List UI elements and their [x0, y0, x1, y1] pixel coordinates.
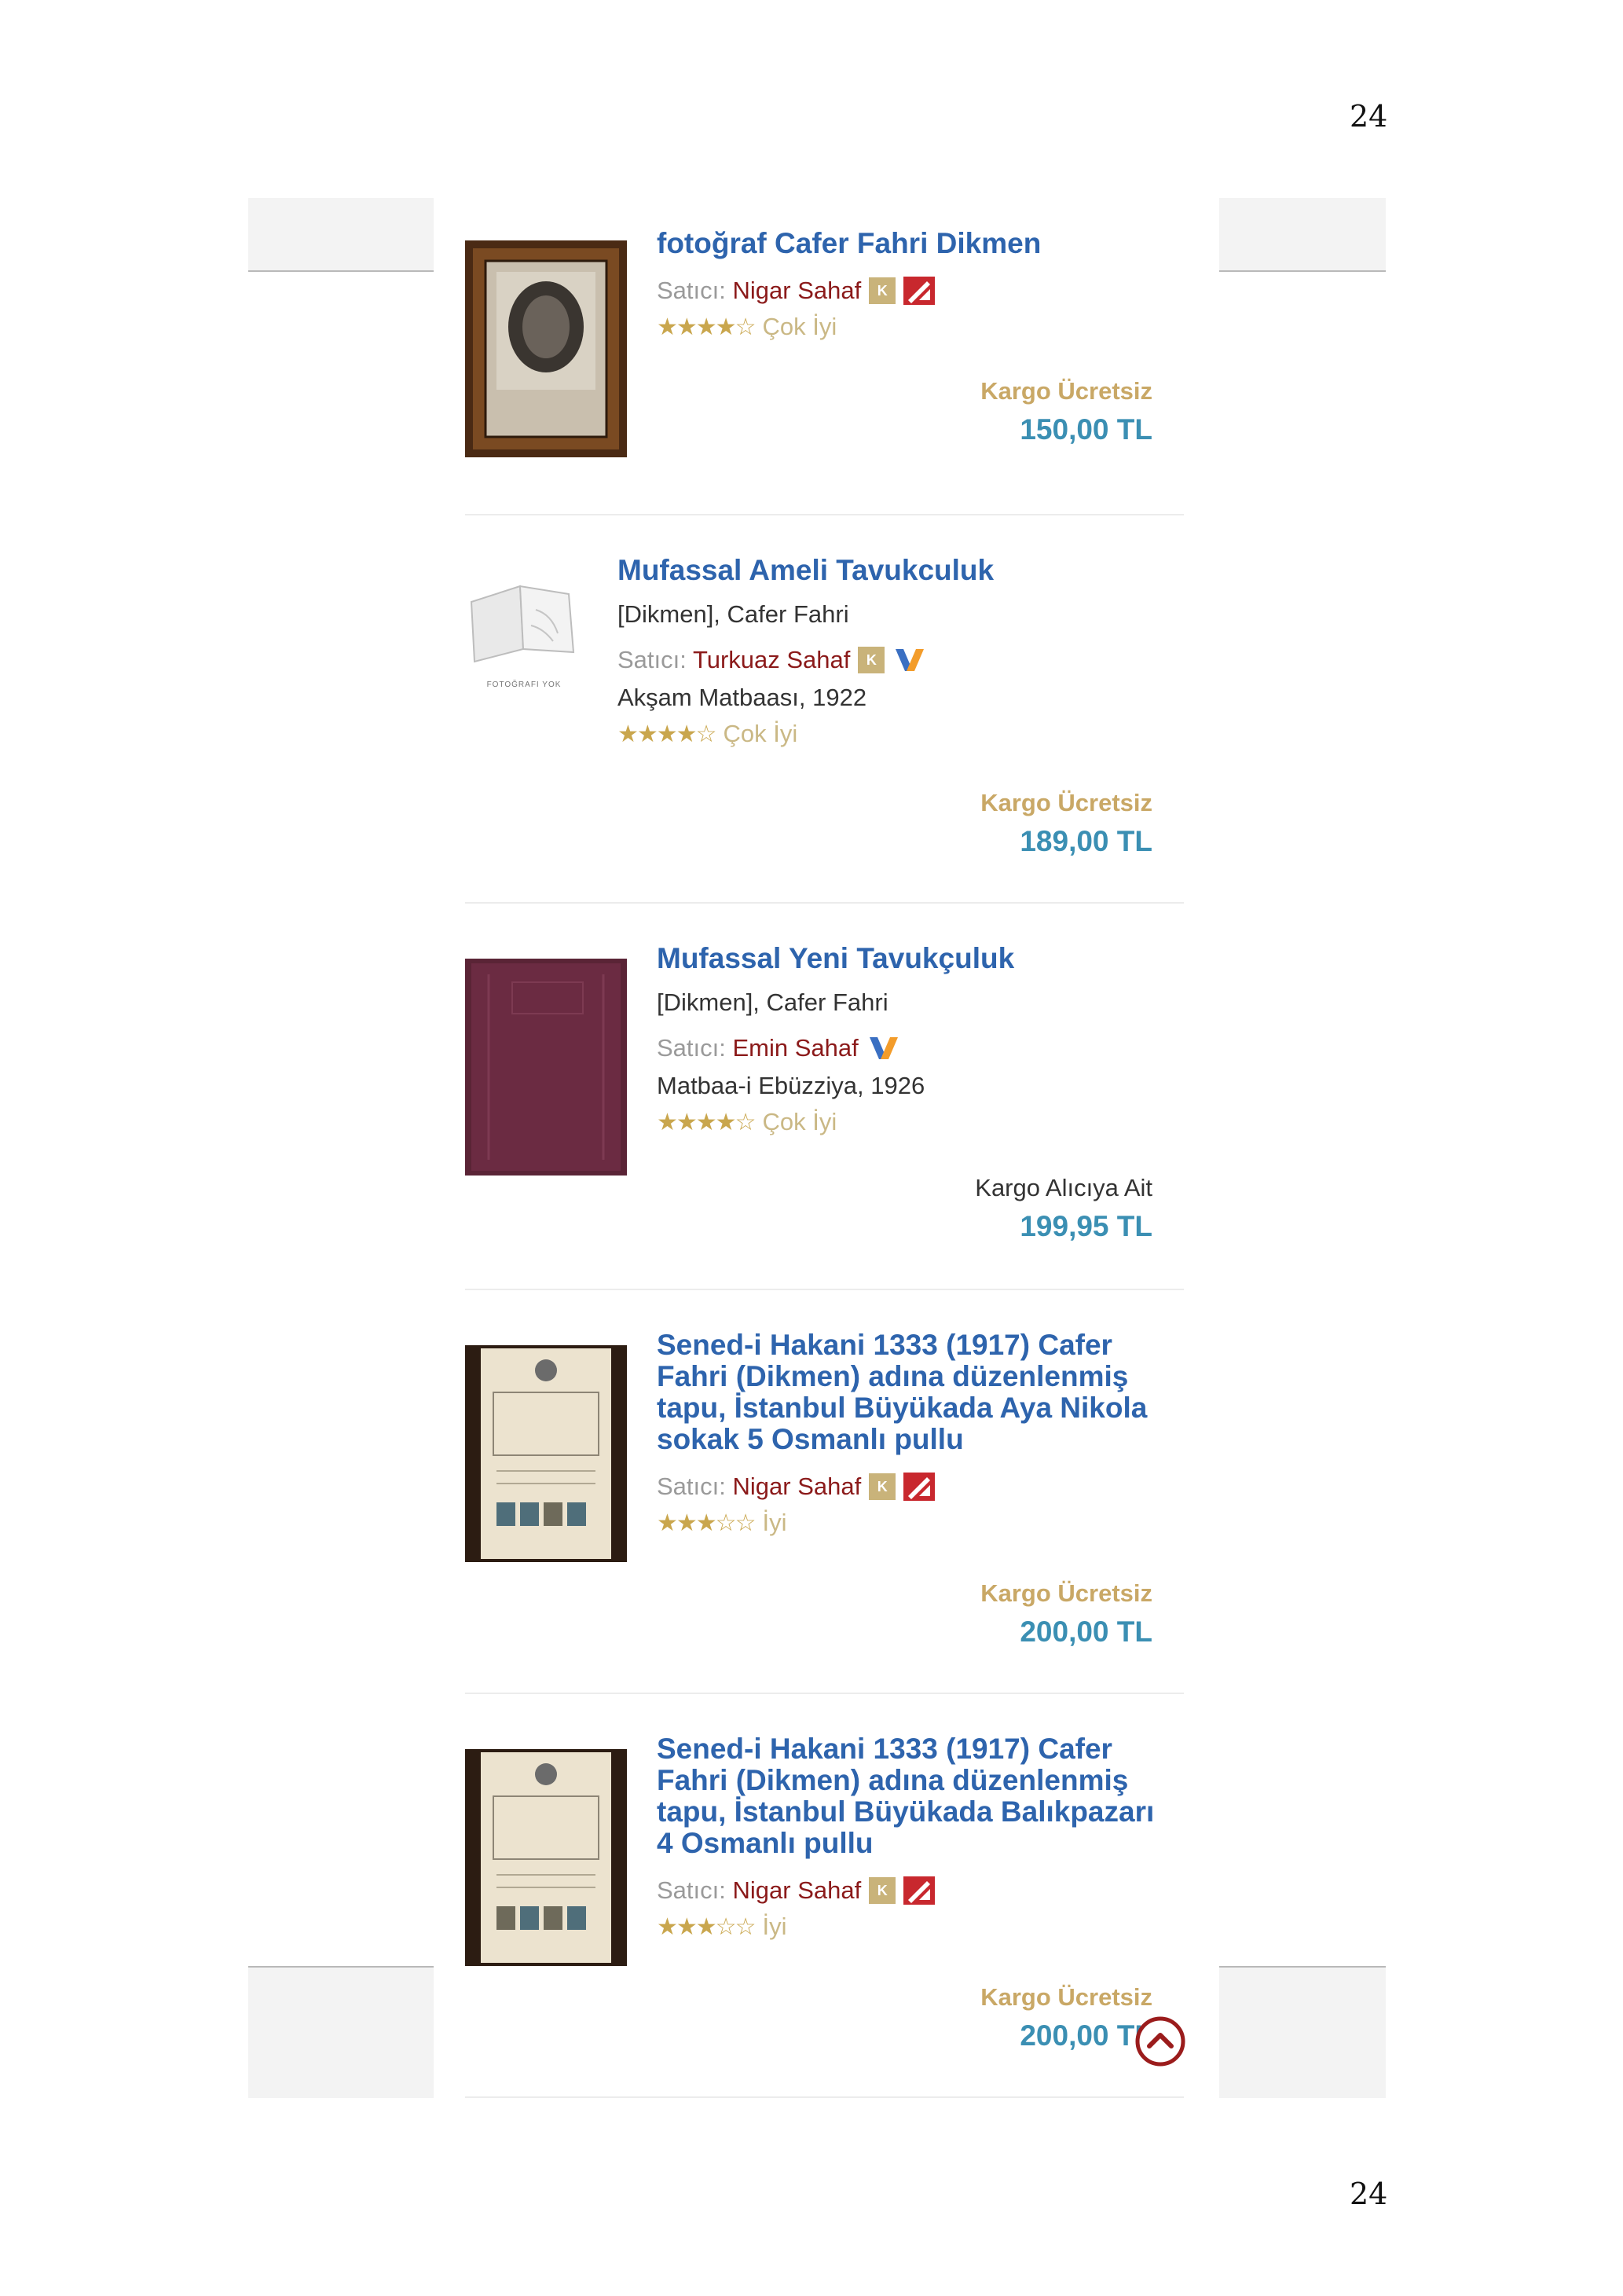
cargo-label: Kargo Ücretsiz — [980, 1579, 1152, 1607]
cargo-label: Kargo Alıcıya Ait — [975, 1174, 1152, 1201]
divider — [465, 514, 1184, 515]
rating-row: ★★★★☆ Çok İyi — [657, 1108, 1160, 1136]
author-label: [Dikmen], Cafer Fahri — [657, 988, 888, 1016]
seller-name[interactable]: Turkuaz Sahaf — [693, 646, 850, 673]
k-badge-icon: K — [858, 647, 885, 673]
divider — [465, 1289, 1184, 1290]
no-photo-caption: FOTOĞRAFI YOK — [486, 680, 562, 689]
condition-label: İyi — [762, 1913, 787, 1940]
divider — [465, 902, 1184, 904]
bottom-right-bar — [1219, 1966, 1386, 2098]
seller-name[interactable]: Nigar Sahaf — [733, 277, 862, 304]
k-badge-icon: K — [869, 1473, 896, 1500]
price-label: 200,00 TL — [1020, 2019, 1152, 2052]
listing-info: fotoğraf Cafer Fahri Dikmen Satıcı: Niga… — [657, 228, 1160, 341]
listing-info: Sened-i Hakani 1333 (1917) Cafer Fahri (… — [657, 1733, 1160, 1941]
seller-row: Satıcı: Nigar Sahaf K — [657, 1473, 1175, 1501]
listing-title[interactable]: Mufassal Ameli Tavukculuk — [617, 555, 1160, 586]
seller-label: Satıcı: — [657, 277, 726, 304]
seller-label: Satıcı: — [657, 1473, 726, 1500]
top-right-bar — [1219, 198, 1386, 272]
listing-info: Sened-i Hakani 1333 (1917) Cafer Fahri (… — [657, 1330, 1175, 1537]
cargo-label: Kargo Ücretsiz — [980, 1983, 1152, 2011]
product-thumbnail[interactable] — [465, 959, 627, 1176]
listing-title[interactable]: fotoğraf Cafer Fahri Dikmen — [657, 228, 1160, 259]
seller-row: Satıcı: Emin Sahaf — [657, 1034, 1160, 1062]
condition-label: Çok İyi — [762, 313, 837, 340]
listing-item[interactable]: FOTOĞRAFI YOK Mufassal Ameli Tavukculuk … — [465, 555, 1184, 900]
listing-title[interactable]: Mufassal Yeni Tavukçuluk — [657, 943, 1160, 974]
star-rating-icon: ★★★☆☆ — [657, 1509, 756, 1536]
condition-label: İyi — [762, 1509, 787, 1536]
divider — [465, 2096, 1184, 2098]
k-badge-icon: K — [869, 1877, 896, 1904]
price-label: 150,00 TL — [1020, 413, 1152, 446]
listing-info: Mufassal Ameli Tavukculuk [Dikmen], Cafe… — [617, 555, 1160, 748]
author-label: [Dikmen], Cafer Fahri — [617, 600, 849, 628]
product-thumbnail[interactable] — [465, 1345, 627, 1562]
price-label: 189,00 TL — [1020, 825, 1152, 857]
top-left-bar — [248, 198, 434, 272]
seller-label: Satıcı: — [617, 646, 687, 673]
rating-row: ★★★☆☆ İyi — [657, 1913, 1160, 1941]
divider — [465, 1693, 1184, 1694]
listing-item[interactable]: Sened-i Hakani 1333 (1917) Cafer Fahri (… — [465, 1330, 1184, 1691]
bottom-left-bar — [248, 1966, 434, 2098]
star-rating-icon: ★★★☆☆ — [657, 1913, 756, 1940]
seller-name[interactable]: Nigar Sahaf — [733, 1473, 862, 1500]
product-thumbnail[interactable] — [465, 240, 627, 457]
red-ribbon-icon — [903, 1473, 936, 1501]
seller-row: Satıcı: Nigar Sahaf K — [657, 277, 1160, 305]
price-label: 200,00 TL — [1020, 1616, 1152, 1648]
page-number-bottom: 24 — [1350, 2177, 1388, 2211]
x-logo-icon — [866, 1034, 901, 1062]
cargo-label: Kargo Ücretsiz — [980, 377, 1152, 405]
listing-item[interactable]: Sened-i Hakani 1333 (1917) Cafer Fahri (… — [465, 1733, 1184, 2095]
chevron-up-icon — [1135, 2016, 1185, 2067]
listing-title[interactable]: Sened-i Hakani 1333 (1917) Cafer Fahri (… — [657, 1330, 1175, 1455]
rating-row: ★★★★☆ Çok İyi — [657, 313, 1160, 341]
red-ribbon-icon — [903, 1876, 936, 1905]
star-rating-icon: ★★★★☆ — [617, 721, 716, 747]
cargo-label: Kargo Ücretsiz — [980, 789, 1152, 816]
seller-row: Satıcı: Nigar Sahaf K — [657, 1876, 1160, 1905]
star-rating-icon: ★★★★☆ — [657, 314, 756, 340]
product-thumbnail[interactable]: FOTOĞRAFI YOK — [465, 570, 583, 696]
seller-name[interactable]: Emin Sahaf — [733, 1034, 859, 1062]
page-number-top: 24 — [1350, 99, 1388, 134]
listing-item[interactable]: fotoğraf Cafer Fahri Dikmen Satıcı: Niga… — [465, 228, 1184, 511]
publisher-label: Matbaa-i Ebüzziya, 1926 — [657, 1072, 925, 1099]
scroll-to-top-button[interactable] — [1135, 2016, 1185, 2067]
condition-label: Çok İyi — [762, 1108, 837, 1135]
seller-row: Satıcı: Turkuaz Sahaf K — [617, 646, 1160, 674]
price-label: 199,95 TL — [1020, 1210, 1152, 1242]
red-ribbon-icon — [903, 277, 936, 305]
x-logo-icon — [892, 646, 927, 674]
seller-name[interactable]: Nigar Sahaf — [733, 1876, 862, 1904]
seller-label: Satıcı: — [657, 1034, 726, 1062]
listing-info: Mufassal Yeni Tavukçuluk [Dikmen], Cafer… — [657, 943, 1160, 1136]
listing-title[interactable]: Sened-i Hakani 1333 (1917) Cafer Fahri (… — [657, 1733, 1160, 1859]
rating-row: ★★★☆☆ İyi — [657, 1509, 1175, 1537]
condition-label: Çok İyi — [723, 720, 798, 747]
seller-label: Satıcı: — [657, 1876, 726, 1904]
publisher-label: Akşam Matbaası, 1922 — [617, 684, 867, 711]
k-badge-icon: K — [869, 277, 896, 304]
star-rating-icon: ★★★★☆ — [657, 1109, 756, 1135]
listing-item[interactable]: Mufassal Yeni Tavukçuluk [Dikmen], Cafer… — [465, 943, 1184, 1289]
rating-row: ★★★★☆ Çok İyi — [617, 720, 1160, 748]
product-thumbnail[interactable] — [465, 1749, 627, 1966]
